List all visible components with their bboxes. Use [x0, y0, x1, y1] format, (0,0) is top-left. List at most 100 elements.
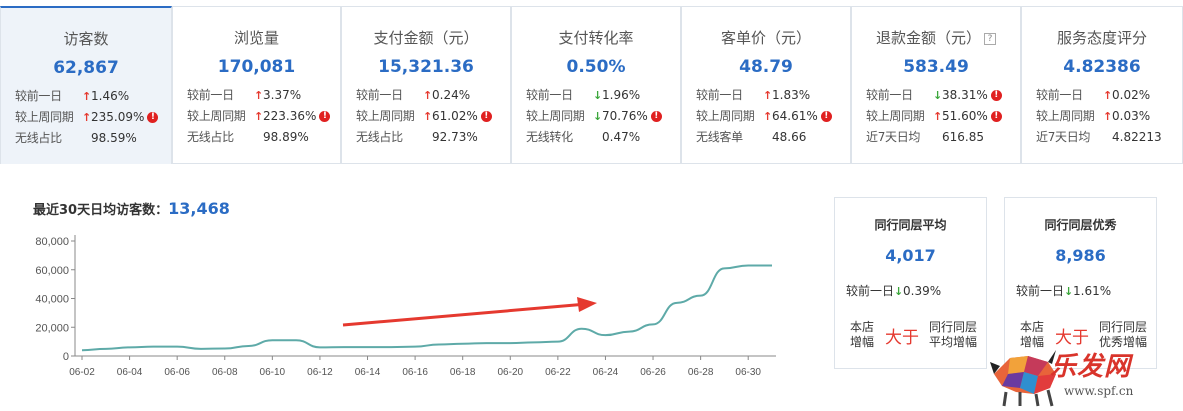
metric-row-label: 较上周同期: [696, 109, 755, 123]
help-icon[interactable]: ?: [984, 32, 996, 45]
arrow-down-icon: ↓: [894, 285, 904, 298]
metric-row: 较上周同期 ↑61.02%!: [356, 106, 506, 127]
metric-value: 48.79: [739, 57, 793, 77]
metric-row-value: 223.36%: [263, 109, 317, 123]
x-tick-label: 06-26: [640, 367, 666, 378]
x-tick-label: 06-14: [355, 367, 381, 378]
metric-card[interactable]: 支付转化率 0.50% 较前一日 ↓1.96% 较上周同期 ↓70.76%! 无线转化 0.4…: [511, 6, 681, 164]
arrow-up-icon: ↑: [254, 110, 264, 123]
warning-icon[interactable]: !: [820, 111, 832, 122]
arrow-down-icon: ↓: [933, 89, 943, 102]
store-growth-label: 本店增幅: [849, 320, 874, 349]
peer-value: 4,017: [885, 246, 936, 265]
metric-row: 无线占比 98.59%: [15, 128, 167, 149]
metric-row-label: 较上周同期: [526, 109, 585, 123]
x-tick-label: 06-30: [735, 367, 761, 378]
trend-arrow-line: [342, 303, 582, 327]
metric-title: 浏览量: [173, 27, 340, 48]
metric-row-value: 3.37%: [263, 88, 302, 102]
metric-title-text: 退款金额（元）: [875, 29, 981, 47]
y-tick-label: 80,000: [35, 236, 69, 248]
metric-title-text: 支付金额（元）: [373, 29, 479, 47]
metric-row-value: 0.02%: [1112, 88, 1151, 102]
visitor-series-line: [81, 264, 772, 352]
metric-card[interactable]: 服务态度评分 4.82386 较前一日 ↑0.02% 较上周同期 ↑0.03% 近7天日均 4…: [1021, 6, 1183, 164]
x-tick-label: 06-12: [307, 367, 333, 378]
y-tick-label: 60,000: [35, 265, 69, 277]
arrow-down-icon: ↓: [1064, 285, 1074, 298]
comparison-result: 大于: [885, 328, 919, 348]
metric-row-label: 较前一日: [15, 89, 62, 103]
metric-row-label: 无线占比: [15, 131, 62, 145]
metric-card[interactable]: 浏览量 170,081 较前一日 ↑3.37% 较上周同期 ↑223.36%! 无线占比 98…: [172, 6, 341, 164]
metric-row: 较上周同期 ↑64.61%!: [696, 106, 846, 127]
metric-row: 较前一日 ↑1.83%: [696, 85, 846, 106]
metric-row-value: 1.96%: [602, 88, 641, 102]
peer-row-label: 较前一日: [1016, 284, 1065, 298]
x-tick-label: 06-22: [545, 367, 571, 378]
metric-row: 无线客单 48.66: [696, 127, 846, 148]
metric-row: 较前一日 ↑1.46%: [15, 86, 167, 107]
metric-title: 支付金额（元）: [342, 27, 510, 48]
x-tick-label: 06-24: [593, 367, 619, 378]
metric-row-label: 较前一日: [1036, 88, 1083, 102]
watermark-logo: 乐发网 www.spf.cn: [990, 344, 1180, 408]
x-tick-label: 06-28: [688, 367, 714, 378]
metric-row: 无线占比 98.89%: [187, 127, 336, 148]
warning-icon[interactable]: !: [990, 111, 1002, 122]
metric-row-value: 48.66: [772, 130, 807, 144]
peer-row-label: 较前一日: [846, 284, 895, 298]
peer-title: 同行同层平均: [874, 218, 947, 232]
metric-row-label: 无线占比: [356, 130, 403, 144]
metric-row-value: 92.73%: [432, 130, 478, 144]
warning-icon[interactable]: !: [319, 111, 331, 122]
metric-row: 较上周同期 ↑51.60%!: [866, 106, 1016, 127]
x-tick-label: 06-18: [450, 367, 476, 378]
metric-card[interactable]: 退款金额（元）? 583.49 较前一日 ↓38.31%! 较上周同期 ↑51.60%! 近…: [851, 6, 1021, 164]
warning-icon[interactable]: !: [990, 90, 1002, 101]
metric-row-value: 0.03%: [1112, 109, 1151, 123]
metric-card[interactable]: 客单价（元） 48.79 较前一日 ↑1.83% 较上周同期 ↑64.61%! 无线客单 48…: [681, 6, 851, 164]
metric-title-text: 服务态度评分: [1056, 29, 1147, 47]
metric-row-label: 近7天日均: [1036, 130, 1091, 144]
metric-row-value: 1.46%: [91, 89, 130, 103]
metric-row-value: 235.09%: [91, 110, 145, 124]
metric-row-label: 较前一日: [187, 88, 234, 102]
metric-row-value: 1.83%: [772, 88, 811, 102]
metric-row-value: 98.59%: [91, 131, 137, 145]
metric-row-label: 较上周同期: [187, 109, 246, 123]
arrow-up-icon: ↑: [1103, 89, 1113, 102]
arrow-up-icon: ↑: [254, 89, 264, 102]
chart-title: 最近30天日均访客数：13,468: [33, 199, 230, 218]
warning-icon[interactable]: !: [650, 111, 662, 122]
peer-row-value: 1.61%: [1073, 284, 1112, 298]
metric-row-label: 较前一日: [866, 88, 913, 102]
peer-comparison-row: 本店增幅 大于 同行同层平均增幅: [835, 318, 986, 352]
metric-row-label: 无线转化: [526, 130, 573, 144]
metric-title: 访客数: [1, 28, 171, 49]
metric-row-label: 较前一日: [696, 88, 743, 102]
arrow-up-icon: ↑: [423, 89, 433, 102]
arrow-up-icon: ↑: [423, 110, 433, 123]
metric-title: 服务态度评分: [1022, 27, 1182, 48]
metric-row-value: 61.02%: [432, 109, 478, 123]
metric-row-value: 0.47%: [602, 130, 641, 144]
metric-value: 170,081: [217, 57, 296, 77]
metric-value: 62,867: [53, 58, 119, 78]
trend-arrow-head: [577, 297, 597, 312]
metric-row-label: 较前一日: [356, 88, 403, 102]
x-tick-label: 06-04: [117, 367, 143, 378]
metric-row-label: 较前一日: [526, 88, 573, 102]
watermark-url: www.spf.cn: [1064, 384, 1134, 398]
peer-title: 同行同层优秀: [1044, 218, 1117, 232]
metric-row-value: 64.61%: [772, 109, 818, 123]
metric-row: 较上周同期 ↑223.36%!: [187, 106, 336, 127]
metric-row: 无线占比 92.73%: [356, 127, 506, 148]
arrow-up-icon: ↑: [933, 110, 943, 123]
metric-card[interactable]: 支付金额（元） 15,321.36 较前一日 ↑0.24% 较上周同期 ↑61.02%! 无…: [341, 6, 511, 164]
warning-icon[interactable]: !: [480, 111, 492, 122]
metric-card[interactable]: 访客数 62,867 较前一日 ↑1.46% 较上周同期 ↑235.09%! 无线占比 98.…: [0, 6, 172, 164]
warning-icon[interactable]: !: [147, 112, 159, 123]
metric-value: 15,321.36: [378, 57, 474, 77]
metric-value: 0.50%: [566, 57, 626, 77]
